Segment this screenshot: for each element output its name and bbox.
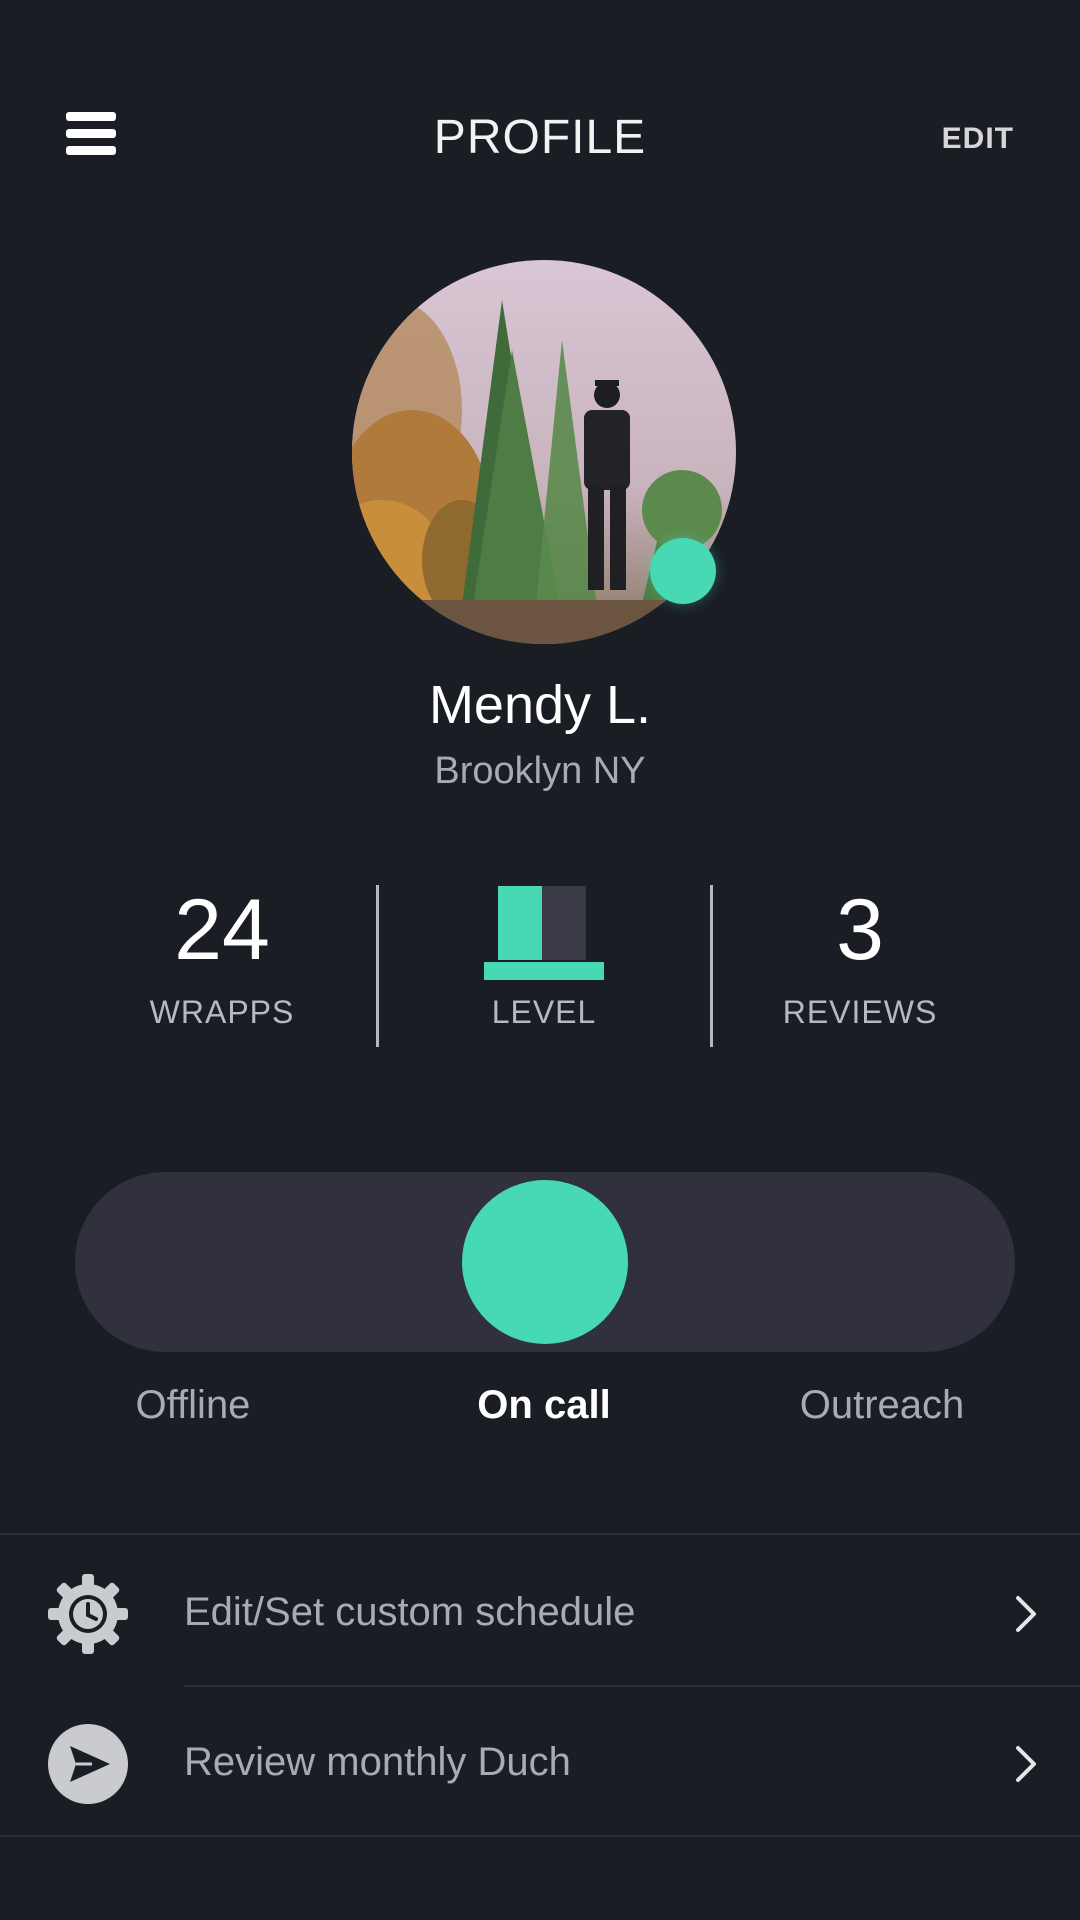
status-option-on-call[interactable]: On call <box>394 1383 694 1428</box>
menu-item-review-monthly[interactable]: Review monthly Duch <box>0 1688 1080 1836</box>
user-name: Mendy L. <box>428 675 652 735</box>
status-option-offline[interactable]: Offline <box>43 1383 343 1428</box>
level-label: LEVEL <box>491 994 597 1030</box>
list-top-divider <box>0 1533 1080 1535</box>
reviews-count: 3 <box>836 882 884 978</box>
status-option-outreach[interactable]: Outreach <box>732 1383 1032 1428</box>
wrapps-label: WRAPPS <box>149 994 295 1030</box>
wrapps-count: 24 <box>174 882 270 978</box>
chevron-right-icon <box>1008 1742 1044 1786</box>
reviews-label: REVIEWS <box>782 994 938 1030</box>
level-base-bar <box>484 962 604 980</box>
list-item-divider <box>184 1685 1080 1687</box>
status-slider[interactable] <box>75 1172 1015 1352</box>
chevron-right-icon <box>1008 1592 1044 1636</box>
level-bar-empty <box>564 886 586 960</box>
profile-screen: PROFILE EDIT Mendy L. Brooklyn NY 24 WRA… <box>0 0 1080 1920</box>
list-bottom-divider <box>0 1835 1080 1837</box>
stat-reviews[interactable]: 3 REVIEWS <box>710 880 1010 1031</box>
user-location: Brooklyn NY <box>434 750 646 792</box>
page-title: PROFILE <box>433 111 647 164</box>
send-icon <box>48 1724 128 1804</box>
menu-item-label: Edit/Set custom schedule <box>184 1590 636 1634</box>
menu-item-custom-schedule[interactable]: Edit/Set custom schedule <box>0 1538 1080 1686</box>
stat-level[interactable]: LEVEL <box>394 880 694 1031</box>
edit-button[interactable]: EDIT <box>942 122 1014 156</box>
online-status-dot <box>650 538 716 604</box>
stat-wrapps[interactable]: 24 WRAPPS <box>72 880 372 1031</box>
level-bar-empty <box>542 886 564 960</box>
stat-divider <box>376 885 379 1047</box>
status-slider-knob[interactable] <box>462 1180 628 1344</box>
menu-item-label: Review monthly Duch <box>184 1740 571 1784</box>
avatar[interactable] <box>352 260 736 644</box>
hamburger-menu-icon[interactable] <box>62 112 122 164</box>
gear-clock-icon <box>48 1574 128 1654</box>
level-bars-icon <box>484 880 604 980</box>
header: PROFILE EDIT <box>0 0 1080 280</box>
